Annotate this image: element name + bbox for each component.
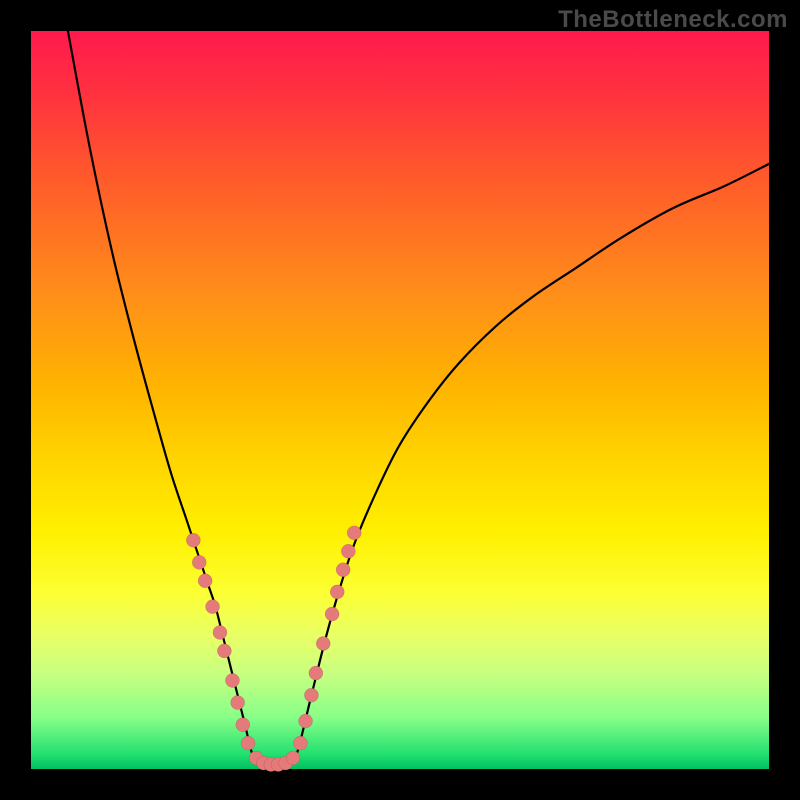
marker-dot: [325, 607, 339, 621]
marker-dot: [231, 696, 245, 710]
scatter-markers: [186, 526, 361, 772]
plot-area: [31, 31, 769, 769]
marker-dot: [236, 718, 250, 732]
marker-dot: [347, 526, 361, 540]
marker-dot: [241, 736, 255, 750]
marker-dot: [336, 563, 350, 577]
marker-dot: [206, 600, 220, 614]
marker-dot: [304, 688, 318, 702]
marker-dot: [309, 666, 323, 680]
marker-dot: [198, 574, 212, 588]
marker-dot: [299, 714, 313, 728]
marker-dot: [293, 736, 307, 750]
marker-dot: [217, 644, 231, 658]
marker-dot: [192, 555, 206, 569]
marker-dot: [213, 625, 227, 639]
bottleneck-curve: [68, 31, 769, 766]
marker-dot: [316, 637, 330, 651]
marker-dot: [225, 673, 239, 687]
marker-dot: [330, 585, 344, 599]
marker-dot: [341, 544, 355, 558]
curve-group: [68, 31, 769, 766]
marker-dot: [286, 751, 300, 765]
curve-svg: [31, 31, 769, 769]
marker-dot: [186, 533, 200, 547]
chart-frame: TheBottleneck.com: [0, 0, 800, 800]
watermark-text: TheBottleneck.com: [558, 6, 788, 34]
